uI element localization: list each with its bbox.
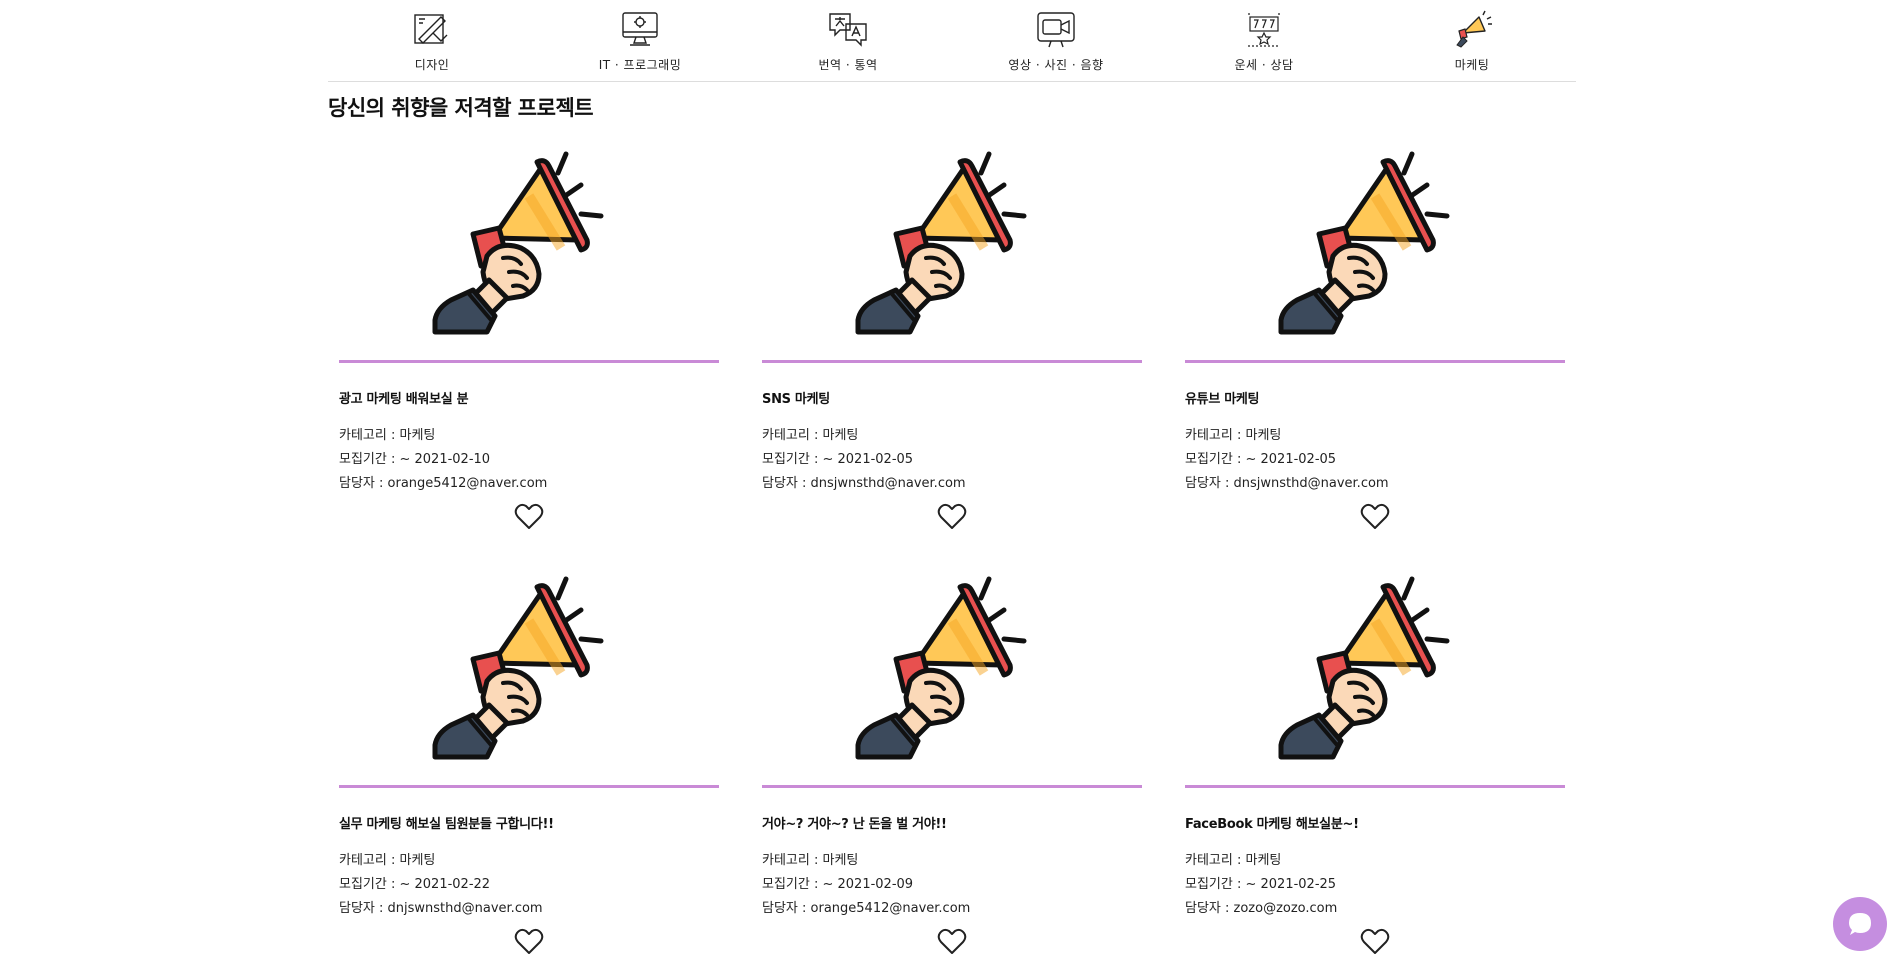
section-title: 당신의 취향을 저격할 프로젝트: [328, 96, 594, 120]
card-manager: 담당자 : orange5412@naver.com: [762, 901, 971, 916]
card-category: 카테고리 : 마케팅: [339, 428, 436, 443]
category-label: 영상 · 사진 · 음향: [1008, 58, 1104, 72]
category-marketing[interactable]: 마케팅: [1368, 0, 1576, 81]
card-period: 모집기간 : ~ 2021-02-05: [762, 452, 914, 467]
card-thumbnail: [762, 565, 1142, 787]
heart-outline-icon[interactable]: [1360, 928, 1390, 956]
card-title: SNS 마케팅: [762, 392, 830, 407]
card-divider: [762, 785, 1142, 788]
heart-outline-icon[interactable]: [514, 503, 544, 531]
project-card[interactable]: 유튜브 마케팅 카테고리 : 마케팅 모집기간 : ~ 2021-02-05 담…: [1185, 140, 1565, 540]
card-thumbnail: [339, 565, 719, 787]
card-thumbnail: [1185, 565, 1565, 787]
megaphone-illustration: [429, 565, 629, 765]
project-card[interactable]: FaceBook 마케팅 해보실분~! 카테고리 : 마케팅 모집기간 : ~ …: [1185, 565, 1565, 963]
card-divider: [1185, 785, 1565, 788]
card-category: 카테고리 : 마케팅: [1185, 853, 1282, 868]
heart-outline-icon[interactable]: [514, 928, 544, 956]
card-divider: [339, 785, 719, 788]
card-period: 모집기간 : ~ 2021-02-10: [339, 452, 491, 467]
card-category: 카테고리 : 마케팅: [762, 853, 859, 868]
category-fortune-counseling[interactable]: 운세 · 상담: [1160, 0, 1368, 81]
megaphone-illustration: [852, 565, 1052, 765]
category-design[interactable]: 디자인: [328, 0, 536, 81]
card-divider: [762, 360, 1142, 363]
card-thumbnail: [339, 140, 719, 362]
card-period: 모집기간 : ~ 2021-02-22: [339, 877, 491, 892]
project-card[interactable]: 거야~? 거야~? 난 돈을 벌 거야!! 카테고리 : 마케팅 모집기간 : …: [762, 565, 1142, 963]
megaphone-illustration: [1275, 565, 1475, 765]
card-divider: [339, 360, 719, 363]
category-translation[interactable]: 번역 · 통역: [744, 0, 952, 81]
card-period: 모집기간 : ~ 2021-02-25: [1185, 877, 1337, 892]
card-title: FaceBook 마케팅 해보실분~!: [1185, 817, 1359, 832]
card-period: 모집기간 : ~ 2021-02-05: [1185, 452, 1337, 467]
category-nav: 디자인 IT · 프로그래밍 번역 · 통역 영상 · 사진 · 음향 운세 ·…: [328, 0, 1576, 82]
card-divider: [1185, 360, 1565, 363]
computer-icon: [622, 12, 658, 46]
megaphone-illustration: [1275, 140, 1475, 340]
design-icon: [414, 14, 448, 44]
card-manager: 담당자 : orange5412@naver.com: [339, 476, 548, 491]
category-label: 마케팅: [1454, 58, 1490, 72]
project-card[interactable]: SNS 마케팅 카테고리 : 마케팅 모집기간 : ~ 2021-02-05 담…: [762, 140, 1142, 540]
card-manager: 담당자 : dnjswnsthd@naver.com: [339, 901, 543, 916]
card-title: 광고 마케팅 배워보실 분: [339, 392, 469, 407]
card-manager: 담당자 : zozo@zozo.com: [1185, 901, 1338, 916]
megaphone-illustration: [429, 140, 629, 340]
heart-outline-icon[interactable]: [1360, 503, 1390, 531]
page-container: 디자인 IT · 프로그래밍 번역 · 통역 영상 · 사진 · 음향 운세 ·…: [328, 0, 1576, 122]
category-it-programming[interactable]: IT · 프로그래밍: [536, 0, 744, 81]
megaphone-illustration: [852, 140, 1052, 340]
card-title: 거야~? 거야~? 난 돈을 벌 거야!!: [762, 817, 947, 832]
card-title: 실무 마케팅 해보실 팀원분들 구합니다!!: [339, 817, 554, 832]
card-thumbnail: [762, 140, 1142, 362]
video-camera-icon: [1037, 12, 1075, 48]
project-card[interactable]: 광고 마케팅 배워보실 분 카테고리 : 마케팅 모집기간 : ~ 2021-0…: [339, 140, 719, 540]
translate-icon: [829, 13, 867, 47]
chat-bubble-icon: [1849, 913, 1871, 935]
fortune-icon: [1248, 13, 1280, 47]
card-title: 유튜브 마케팅: [1185, 392, 1260, 407]
project-card[interactable]: 실무 마케팅 해보실 팀원분들 구합니다!! 카테고리 : 마케팅 모집기간 :…: [339, 565, 719, 963]
megaphone-icon: [1456, 10, 1492, 48]
heart-outline-icon[interactable]: [937, 503, 967, 531]
category-video-photo-audio[interactable]: 영상 · 사진 · 음향: [952, 0, 1160, 81]
category-label: 번역 · 통역: [818, 58, 878, 72]
category-label: IT · 프로그래밍: [598, 58, 682, 72]
card-category: 카테고리 : 마케팅: [762, 428, 859, 443]
heart-outline-icon[interactable]: [937, 928, 967, 956]
chat-button[interactable]: [1833, 897, 1887, 951]
card-category: 카테고리 : 마케팅: [1185, 428, 1282, 443]
card-thumbnail: [1185, 140, 1565, 362]
card-period: 모집기간 : ~ 2021-02-09: [762, 877, 914, 892]
card-manager: 담당자 : dnsjwnsthd@naver.com: [762, 476, 966, 491]
category-label: 운세 · 상담: [1234, 58, 1294, 72]
category-label: 디자인: [414, 58, 450, 72]
card-manager: 담당자 : dnsjwnsthd@naver.com: [1185, 476, 1389, 491]
card-category: 카테고리 : 마케팅: [339, 853, 436, 868]
